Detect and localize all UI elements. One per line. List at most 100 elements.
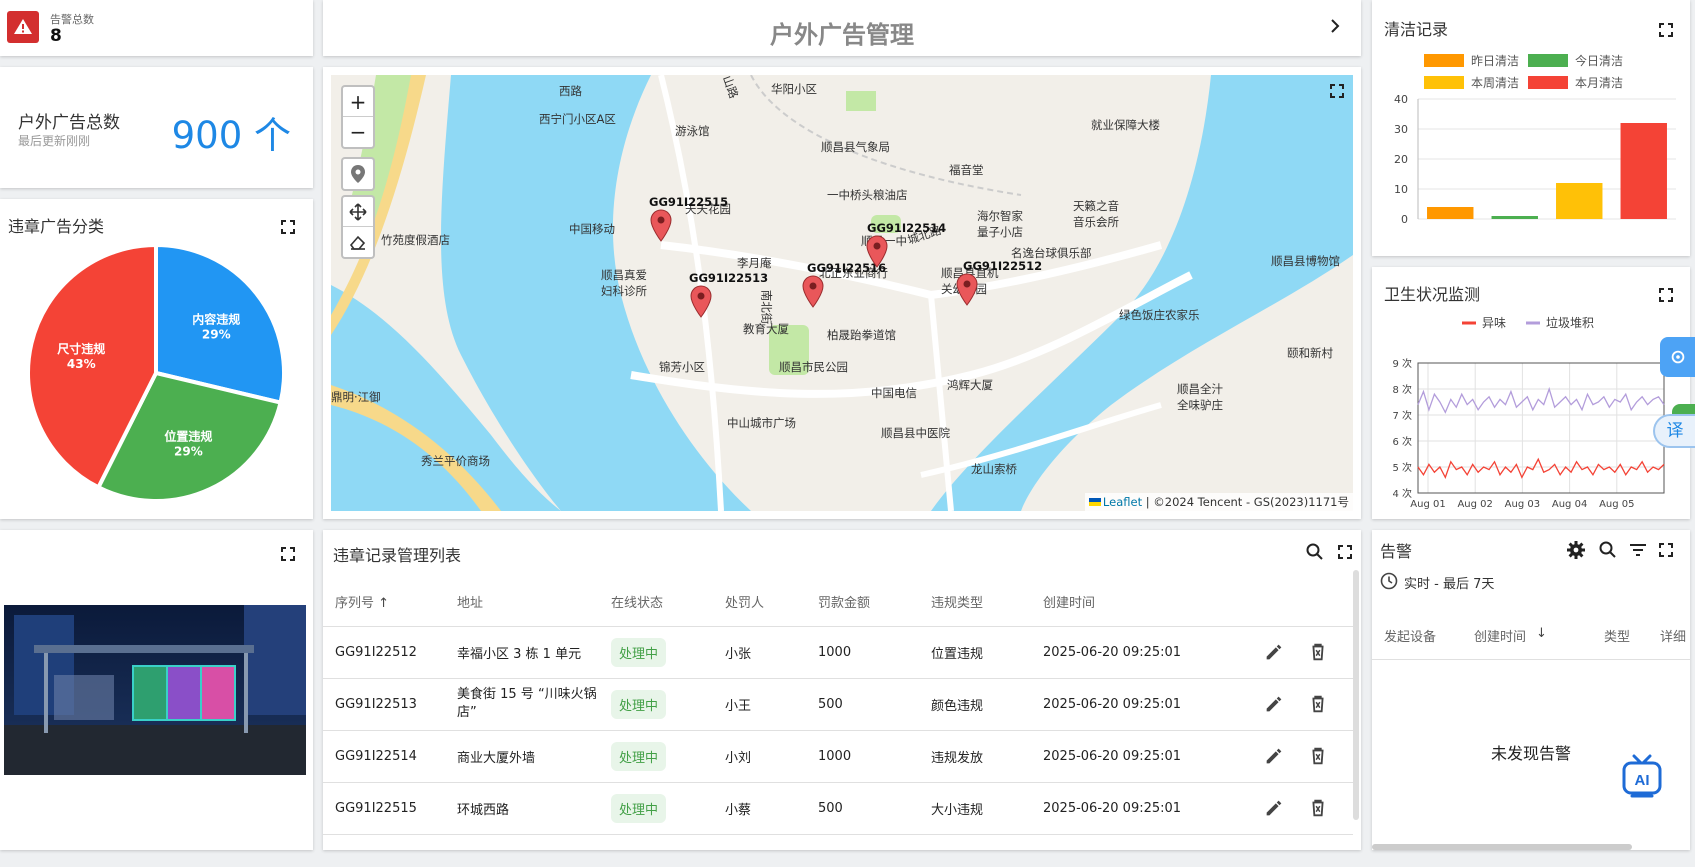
column-header-status[interactable]: 在线状态 bbox=[599, 578, 713, 627]
column-header-created[interactable]: 创建时间 bbox=[1474, 626, 1526, 645]
edit-icon[interactable] bbox=[1263, 641, 1285, 663]
legend-swatch bbox=[1528, 54, 1568, 67]
table-row[interactable]: GG91I22513 美食街 15 号 “川味火锅店” 处理中 小王 500 颜… bbox=[323, 678, 1353, 731]
hygiene-monitoring-card: 卫生状况监测 异味 垃圾堆积 4 次5 次6 次7 次8 次9 次 Aug 01 Aug… bbox=[1372, 267, 1690, 519]
cell-actions bbox=[1251, 678, 1353, 731]
chevron-right-icon[interactable] bbox=[1325, 16, 1345, 36]
map-place-label: 福音堂 bbox=[949, 163, 984, 177]
column-header-fine[interactable]: 罚款金额 bbox=[806, 578, 919, 627]
zoom-in-button[interactable]: + bbox=[343, 87, 373, 117]
y-tick-label: 0 bbox=[1401, 213, 1408, 226]
cell-fine: 1000 bbox=[806, 626, 919, 679]
map-card: 华阳小区 西宁门小区A区 游泳馆 顺昌县气象局 福音堂 就业保障大楼 一中桥头粮… bbox=[323, 67, 1361, 519]
draw-toolbar bbox=[341, 195, 375, 259]
alert-total-card: 告警总数 8 bbox=[0, 0, 313, 56]
column-header-officer[interactable]: 处罚人 bbox=[713, 578, 806, 627]
y-tick-label: 10 bbox=[1394, 183, 1408, 196]
alarm-scrollbar[interactable] bbox=[1372, 844, 1632, 850]
table-row[interactable]: GG91I22514 商业大厦外墙 处理中 小刘 1000 违规发放 2025-… bbox=[323, 730, 1353, 783]
map-place-label: 中国电信 bbox=[871, 386, 917, 400]
ai-robot-icon[interactable]: AI bbox=[1620, 752, 1664, 800]
fullscreen-icon[interactable] bbox=[280, 546, 296, 562]
leaflet-link[interactable]: Leaflet bbox=[1103, 495, 1142, 509]
edit-icon[interactable] bbox=[1263, 745, 1285, 767]
delete-icon[interactable] bbox=[1307, 745, 1329, 767]
pie-slice-percent: 29% bbox=[174, 445, 203, 459]
delete-icon[interactable] bbox=[1307, 797, 1329, 819]
locate-button[interactable] bbox=[341, 157, 375, 191]
column-header-detail[interactable]: 详细 bbox=[1660, 626, 1686, 645]
table-scrollbar[interactable] bbox=[1353, 570, 1359, 820]
settings-float-button[interactable] bbox=[1660, 337, 1695, 377]
fullscreen-icon[interactable] bbox=[1658, 542, 1674, 558]
map-view[interactable]: 华阳小区 西宁门小区A区 游泳馆 顺昌县气象局 福音堂 就业保障大楼 一中桥头粮… bbox=[331, 75, 1353, 511]
delete-icon[interactable] bbox=[1307, 641, 1329, 663]
column-header-type[interactable]: 违规类型 bbox=[919, 578, 1031, 627]
map-place-label: 天籁之音音乐会所 bbox=[1073, 199, 1119, 229]
zoom-out-button[interactable]: − bbox=[343, 117, 373, 147]
column-header-address[interactable]: 地址 bbox=[445, 578, 599, 627]
map-place-label: 西宁门小区A区 bbox=[539, 112, 616, 126]
cell-officer: 小刘 bbox=[713, 730, 806, 783]
edit-icon[interactable] bbox=[1263, 797, 1285, 819]
cell-status: 处理中 bbox=[599, 730, 713, 783]
map-marker-icon[interactable] bbox=[689, 285, 713, 323]
cell-address: 幸福小区 3 栋 1 单元 bbox=[445, 626, 599, 679]
eraser-icon[interactable] bbox=[343, 227, 373, 257]
clock-icon bbox=[1380, 572, 1398, 590]
violation-pie-chart: 内容违规29%位置违规29%尺寸违规43% bbox=[26, 242, 286, 503]
map-marker-icon[interactable] bbox=[801, 275, 825, 313]
column-header-device[interactable]: 发起设备 bbox=[1384, 626, 1436, 645]
cell-type: 违规发放 bbox=[919, 730, 1031, 783]
column-header-label: 序列号 bbox=[335, 596, 375, 612]
column-header-serial[interactable]: 序列号 ↑ bbox=[323, 578, 445, 627]
column-header-created[interactable]: 创建时间 bbox=[1031, 578, 1251, 627]
column-header-type[interactable]: 类型 bbox=[1604, 626, 1630, 645]
table-row[interactable]: GG91I22512 幸福小区 3 栋 1 单元 处理中 小张 1000 位置违… bbox=[323, 626, 1353, 679]
move-icon[interactable] bbox=[343, 197, 373, 227]
gear-icon[interactable] bbox=[1566, 540, 1586, 560]
cell-actions bbox=[1251, 782, 1353, 835]
map-place-label: 顺昌县气象局 bbox=[821, 140, 890, 154]
filter-icon[interactable] bbox=[1628, 540, 1648, 560]
ad-image-card bbox=[0, 530, 313, 850]
alarm-time-range[interactable]: 实时 - 最后 7天 bbox=[1404, 573, 1494, 592]
cell-actions bbox=[1251, 626, 1353, 679]
map-place-label: 南北街 bbox=[759, 289, 774, 325]
table-row[interactable]: GG91I22515 环城西路 处理中 小蔡 500 大小违规 2025-06-… bbox=[323, 782, 1353, 835]
map-place-label: 竹苑度假酒店 bbox=[381, 233, 450, 247]
status-badge: 处理中 bbox=[611, 689, 667, 719]
map-marker-icon[interactable] bbox=[955, 273, 979, 311]
map-marker-icon[interactable] bbox=[865, 235, 889, 273]
fullscreen-icon[interactable] bbox=[1337, 544, 1353, 560]
attribution-text: | ©2024 Tencent - GS(2023)1171号 bbox=[1145, 495, 1349, 509]
cell-officer: 小蔡 bbox=[713, 782, 806, 835]
map-place-label: 鼎明·江御 bbox=[331, 390, 381, 404]
ad-total-card: 户外广告总数 最后更新刚刚 900 个 bbox=[0, 67, 313, 188]
fullscreen-icon[interactable] bbox=[1329, 83, 1345, 99]
y-tick-label: 6 次 bbox=[1392, 435, 1412, 448]
edit-icon[interactable] bbox=[1263, 693, 1285, 715]
ad-total-value: 900 个 bbox=[171, 114, 291, 157]
search-icon[interactable] bbox=[1305, 542, 1325, 562]
map-place-label: 鸿辉大厦 bbox=[947, 378, 993, 392]
map-place-label: 就业保障大楼 bbox=[1091, 118, 1160, 132]
pie-slice-percent: 43% bbox=[67, 357, 96, 371]
bar bbox=[1427, 207, 1474, 219]
ukraine-flag-icon bbox=[1088, 498, 1101, 506]
translate-button[interactable]: 译 bbox=[1653, 414, 1695, 448]
x-tick-label: Aug 04 bbox=[1552, 499, 1587, 510]
map-marker-icon[interactable] bbox=[649, 209, 673, 247]
map-place-label: 一中桥头粮油店 bbox=[827, 188, 908, 202]
cell-type: 大小违规 bbox=[919, 782, 1031, 835]
arrow-up-icon[interactable]: ↑ bbox=[378, 596, 389, 611]
warning-icon bbox=[7, 11, 39, 43]
cell-officer: 小王 bbox=[713, 678, 806, 731]
cell-fine: 500 bbox=[806, 782, 919, 835]
search-icon[interactable] bbox=[1598, 540, 1618, 560]
delete-icon[interactable] bbox=[1307, 693, 1329, 715]
cell-fine: 500 bbox=[806, 678, 919, 731]
arrow-down-icon[interactable]: ↓ bbox=[1536, 626, 1547, 641]
status-badge: 处理中 bbox=[611, 637, 667, 667]
cell-actions bbox=[1251, 730, 1353, 783]
